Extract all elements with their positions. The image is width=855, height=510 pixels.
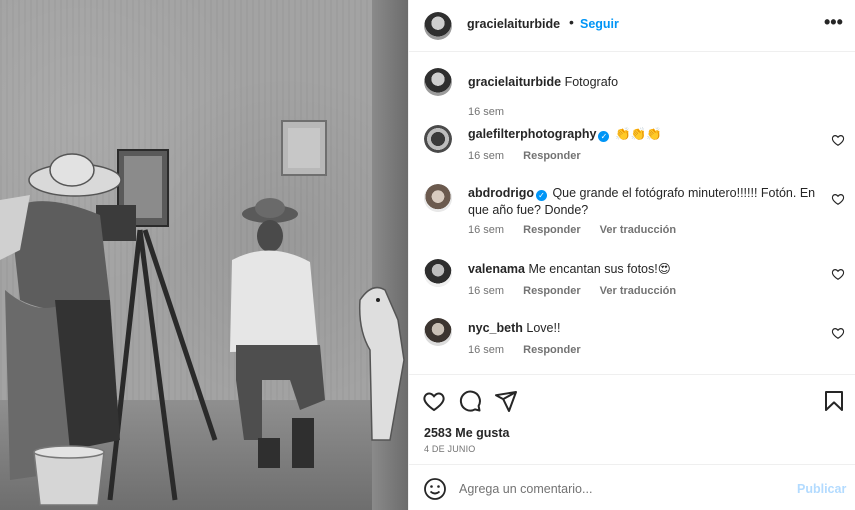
caption-username[interactable]: gracielaiturbide — [468, 75, 561, 89]
caption-text: Fotografo — [564, 75, 619, 89]
photo-scene — [0, 120, 405, 506]
see-translation-button[interactable]: Ver traducción — [600, 285, 676, 297]
reply-button[interactable]: Responder — [523, 285, 580, 297]
verified-badge-icon: ✓ — [598, 131, 610, 142]
post-header: gracielaiturbide • Seguir ••• — [409, 0, 855, 52]
add-comment-bar: Publicar — [409, 464, 855, 510]
publish-button[interactable]: Publicar — [797, 482, 846, 496]
comment-avatar[interactable] — [424, 125, 452, 153]
comment-username[interactable]: valenama — [468, 262, 525, 276]
caption-time[interactable]: 16 sem — [468, 106, 504, 118]
comment-meta: 16 sem Responder — [468, 150, 597, 162]
like-comment-heart-icon[interactable] — [831, 326, 845, 340]
comment-avatar[interactable] — [424, 184, 452, 212]
like-comment-heart-icon[interactable] — [831, 267, 845, 281]
comment-body: valenama Me encantan sus fotos!😍 — [468, 261, 823, 278]
comment-icon[interactable] — [458, 389, 482, 413]
comment-username[interactable]: abdrodrigo — [468, 186, 534, 200]
share-icon[interactable] — [494, 389, 518, 413]
separator-dot: • — [569, 14, 574, 30]
bookmark-icon[interactable] — [822, 389, 846, 413]
comments-list[interactable]: gracielaiturbide Fotografo 16 sem galefi… — [409, 52, 855, 374]
verified-badge-icon: ✓ — [535, 190, 547, 201]
comment-time[interactable]: 16 sem — [468, 285, 504, 297]
author-username[interactable]: gracielaiturbide — [467, 17, 560, 31]
comment-body: nyc_beth Love!! — [468, 320, 823, 337]
more-options-icon[interactable]: ••• — [824, 12, 843, 33]
comment-meta: 16 sem Responder Ver traducción — [468, 285, 692, 297]
see-translation-button[interactable]: Ver traducción — [600, 224, 676, 236]
comment-avatar[interactable] — [424, 318, 452, 346]
reply-button[interactable]: Responder — [523, 150, 580, 162]
comment-input[interactable] — [459, 477, 779, 501]
comment-avatar[interactable] — [424, 259, 452, 287]
comment-username[interactable]: galefilterphotography — [468, 127, 596, 141]
comment-text: Me encantan sus fotos!😍 — [528, 262, 671, 276]
comment-body: galefilterphotography ✓ 👏👏👏 — [468, 126, 823, 143]
post-details-panel: gracielaiturbide • Seguir ••• gracielait… — [409, 0, 855, 510]
emoji-icon[interactable] — [423, 477, 447, 501]
caption-body: gracielaiturbide Fotografo — [468, 74, 823, 91]
post-date[interactable]: 4 DE JUNIO — [424, 444, 476, 454]
comment-text: Love!! — [526, 321, 561, 335]
like-comment-heart-icon[interactable] — [831, 192, 845, 206]
comment-time[interactable]: 16 sem — [468, 224, 504, 236]
post-photo[interactable] — [0, 0, 408, 510]
comment-time[interactable]: 16 sem — [468, 150, 504, 162]
reply-button[interactable]: Responder — [523, 344, 580, 356]
comment-username[interactable]: nyc_beth — [468, 321, 523, 335]
comment-time[interactable]: 16 sem — [468, 344, 504, 356]
author-avatar[interactable] — [424, 12, 452, 40]
like-comment-heart-icon[interactable] — [831, 133, 845, 147]
post-actions: 2583 Me gusta 4 DE JUNIO — [409, 374, 855, 464]
follow-button[interactable]: Seguir — [580, 17, 619, 31]
caption-meta: 16 sem — [468, 106, 520, 118]
comment-meta: 16 sem Responder — [468, 344, 597, 356]
caption-avatar[interactable] — [424, 68, 452, 96]
heart-icon[interactable] — [422, 389, 446, 413]
comment-body: abdrodrigo ✓ Que grande el fotógrafo minu… — [468, 185, 823, 219]
comment-meta: 16 sem Responder Ver traducción — [468, 224, 692, 236]
reply-button[interactable]: Responder — [523, 224, 580, 236]
comment-text: 👏👏👏 — [614, 127, 662, 141]
likes-count[interactable]: 2583 Me gusta — [424, 426, 509, 440]
